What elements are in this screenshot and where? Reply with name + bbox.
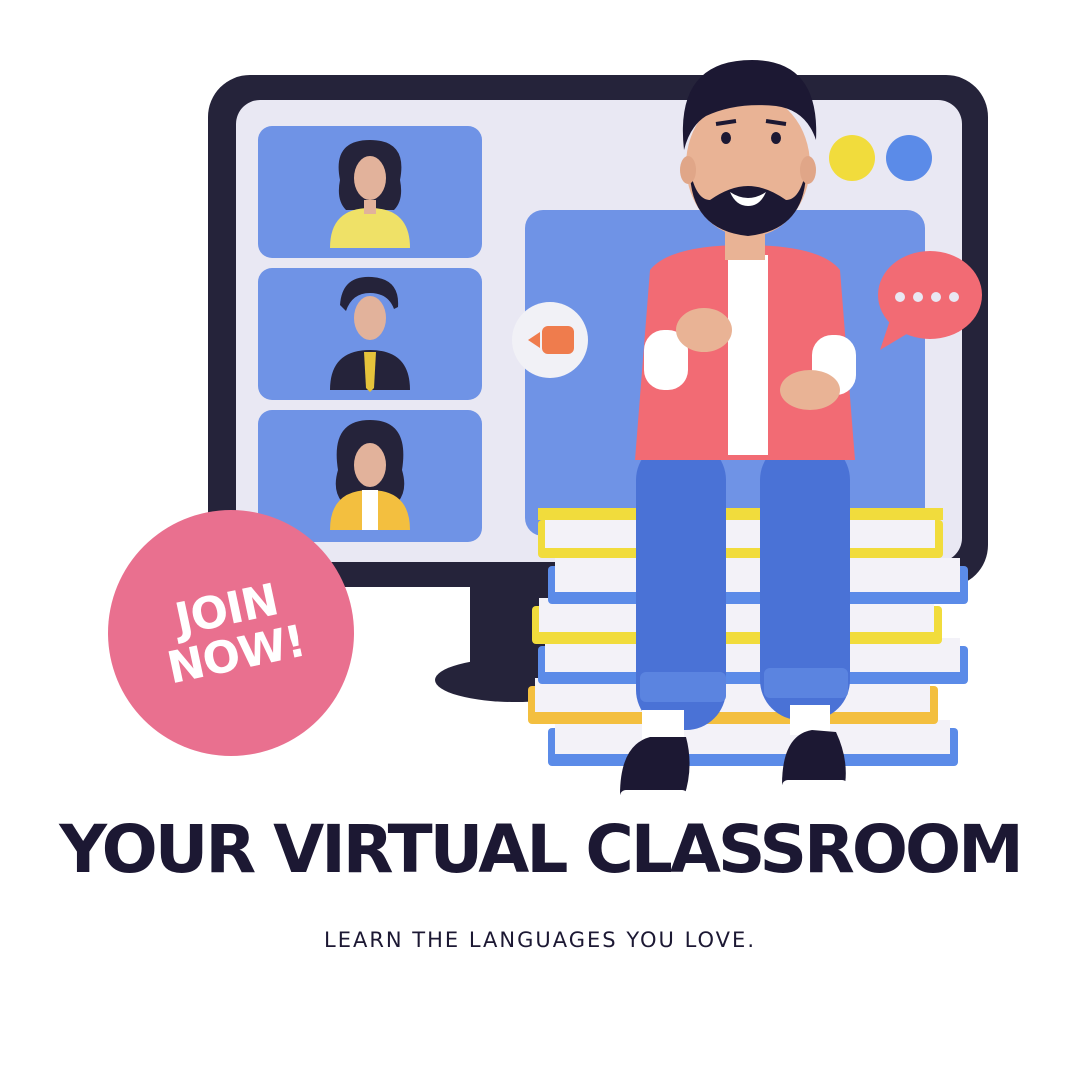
join-now-label: JOIN NOW! (154, 574, 308, 694)
page-title: YOUR VIRTUAL CLASSROOM (59, 811, 1024, 888)
tagline: LEARN THE LANGUAGES YOU LOVE. (324, 928, 756, 952)
book-stack (528, 508, 968, 766)
join-now-badge[interactable]: JOIN NOW! (108, 510, 354, 756)
yellow-dot (829, 135, 875, 181)
video-camera-icon[interactable] (512, 302, 588, 378)
blue-dot (886, 135, 932, 181)
participant-tile-1 (258, 126, 482, 258)
participant-tile-2 (258, 268, 482, 400)
participant-tile-3 (258, 410, 482, 542)
